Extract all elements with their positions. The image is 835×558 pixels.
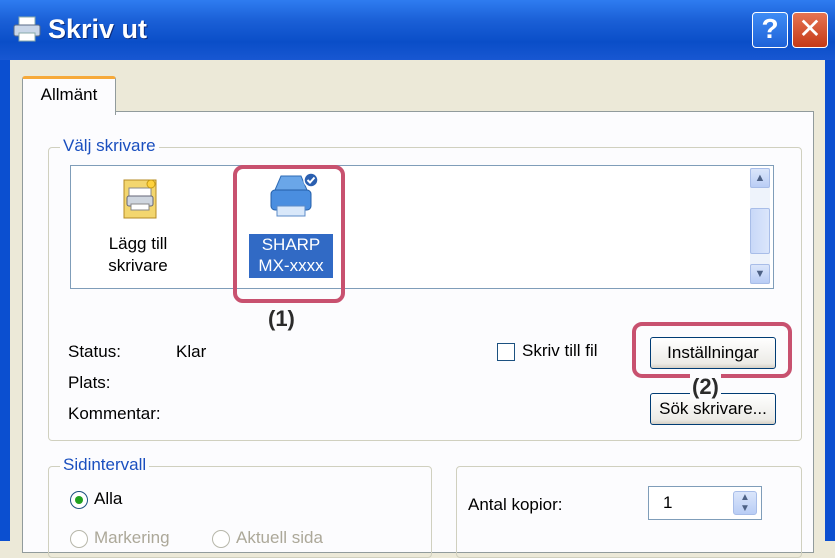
- comment-label: Kommentar:: [68, 404, 161, 423]
- help-button[interactable]: ?: [752, 12, 788, 48]
- close-button[interactable]: ✕: [792, 12, 828, 48]
- location-label: Plats:: [68, 373, 111, 392]
- radio-all-label: Alla: [94, 489, 123, 508]
- add-printer-icon: [123, 179, 157, 219]
- radio-all-dot: [75, 496, 83, 504]
- page-range-group-label: Sidintervall: [60, 455, 150, 475]
- add-printer-label-line2: skrivare: [108, 256, 168, 275]
- copies-spinner[interactable]: 1 ▲ ▼: [648, 486, 762, 520]
- window-frame-left: [0, 60, 10, 541]
- scroll-up-icon[interactable]: ▲: [750, 168, 770, 188]
- list-item-add-printer[interactable]: Lägg till skrivare: [93, 174, 183, 284]
- print-to-file-label: Skriv till fil: [522, 341, 598, 360]
- tab-general[interactable]: Allmänt: [22, 76, 116, 115]
- status-value: Klar: [176, 342, 207, 361]
- status-label: Status:: [68, 342, 121, 361]
- highlight-box-1: [233, 165, 345, 303]
- window-frame-right: [825, 60, 835, 541]
- printer-list-scrollbar[interactable]: ▲ ▼: [750, 168, 770, 284]
- title-bar: Skriv ut ? ✕: [0, 0, 835, 60]
- radio-selection: [70, 530, 88, 548]
- scroll-down-icon[interactable]: ▼: [750, 264, 770, 284]
- radio-current-page: [212, 530, 230, 548]
- copies-value: 1: [663, 493, 673, 512]
- spin-updown-icon[interactable]: ▲ ▼: [733, 491, 757, 515]
- select-printer-group-label: Välj skrivare: [60, 136, 159, 156]
- printer-list[interactable]: Lägg till skrivare SHARP MX-xxxx: [70, 165, 774, 289]
- window-title: Skriv ut: [48, 14, 148, 44]
- callout-2: (2): [690, 374, 721, 400]
- callout-1: (1): [268, 306, 295, 331]
- radio-all[interactable]: [70, 491, 88, 509]
- highlight-box-2: [632, 322, 792, 378]
- print-to-file-checkbox[interactable]: [497, 343, 515, 361]
- scroll-thumb[interactable]: [750, 208, 770, 254]
- add-printer-label-line1: Lägg till: [108, 234, 168, 253]
- copies-label: Antal kopior:: [468, 495, 563, 514]
- printer-app-icon: [13, 16, 41, 42]
- radio-selection-label: Markering: [94, 528, 170, 547]
- radio-current-page-label: Aktuell sida: [236, 528, 323, 547]
